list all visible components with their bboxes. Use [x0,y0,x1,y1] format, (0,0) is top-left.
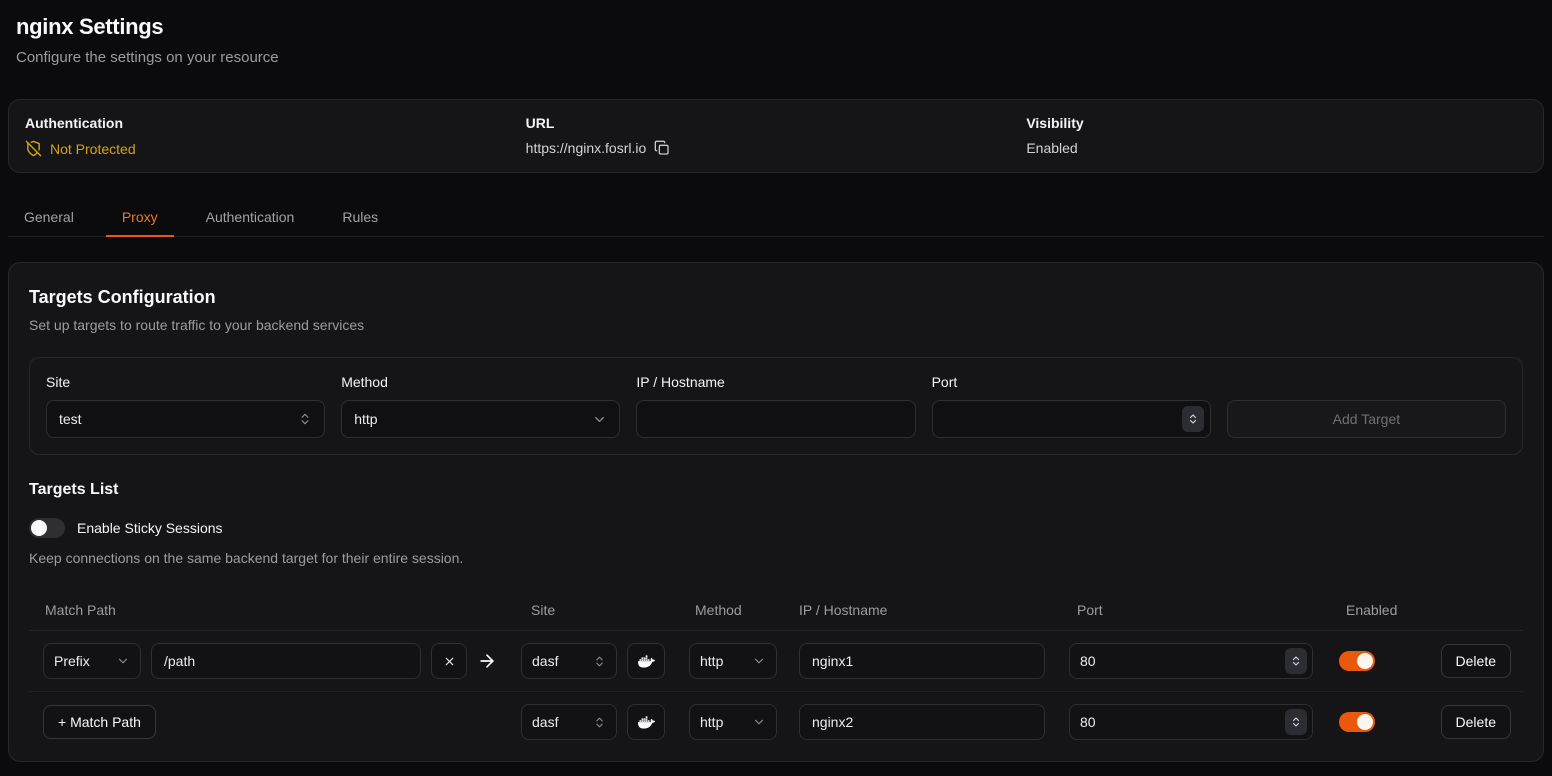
delete-target-button[interactable]: Delete [1441,705,1511,739]
row-method-value: http [700,653,723,669]
chevron-down-icon [752,715,766,729]
method-select[interactable]: http [341,400,620,438]
header-enabled: Enabled [1339,602,1439,618]
row-ip-input[interactable] [799,704,1045,740]
chevrons-up-down-icon [298,412,312,426]
delete-target-button[interactable]: Delete [1441,644,1511,678]
tab-rules[interactable]: Rules [326,200,394,236]
row-method-select[interactable]: http [689,704,777,740]
number-stepper-icon[interactable] [1285,709,1307,735]
targets-configuration-subtitle: Set up targets to route traffic to your … [29,317,1523,333]
chevron-down-icon [116,654,130,668]
match-path-input[interactable] [151,643,421,679]
header-ip-hostname: IP / Hostname [799,602,1069,618]
site-combobox-value: test [59,411,82,427]
ip-hostname-field: IP / Hostname [636,374,915,438]
container-picker-button[interactable] [627,704,665,740]
tab-proxy[interactable]: Proxy [106,200,174,236]
add-match-path-button[interactable]: + Match Path [43,705,156,739]
targets-list-title: Targets List [29,481,1523,499]
row-port-value: 80 [1080,714,1096,730]
sticky-sessions-row: Enable Sticky Sessions [29,518,1523,538]
remove-match-path-button[interactable] [431,643,467,679]
chevron-down-icon [752,654,766,668]
page-header: nginx Settings Configure the settings on… [16,8,1536,66]
tab-authentication[interactable]: Authentication [190,200,311,236]
row-port-input[interactable]: 80 [1069,704,1313,740]
visibility-status: Enabled [1026,140,1077,156]
overview-visibility: Visibility Enabled [1026,115,1527,157]
row-port-input[interactable]: 80 [1069,643,1313,679]
port-field-label: Port [932,374,1211,390]
docker-icon [638,714,655,731]
targets-configuration-card: Targets Configuration Set up targets to … [8,262,1544,762]
method-field-label: Method [341,374,620,390]
chevron-down-icon [592,412,607,427]
header-method: Method [689,602,799,618]
target-row: Prefix [29,631,1523,692]
add-target-field: Add Target [1227,400,1506,438]
add-target-form: Site test Method http IP / Hos [29,357,1523,455]
sticky-sessions-label: Enable Sticky Sessions [77,520,223,536]
site-combobox[interactable]: test [46,400,325,438]
header-match-path: Match Path [29,602,515,618]
page-title: nginx Settings [16,14,1536,40]
page-root: nginx Settings Configure the settings on… [0,0,1552,770]
container-picker-button[interactable] [627,643,665,679]
header-site: Site [515,602,689,618]
docker-icon [638,653,655,670]
row-method-select[interactable]: http [689,643,777,679]
resource-url: https://nginx.fosrl.io [526,140,647,156]
sticky-sessions-description: Keep connections on the same backend tar… [29,550,1523,566]
port-field: Port [932,374,1211,438]
row-site-combobox[interactable]: dasf [521,643,617,679]
chevrons-up-down-icon [593,655,606,668]
row-method-value: http [700,714,723,730]
tab-general[interactable]: General [8,200,90,236]
settings-tabs: General Proxy Authentication Rules [8,200,1544,237]
match-type-value: Prefix [54,653,90,669]
targets-configuration-title: Targets Configuration [29,287,1523,308]
chevrons-up-down-icon [593,716,606,729]
arrow-right-icon [477,651,497,671]
page-subtitle: Configure the settings on your resource [16,49,1536,66]
overview-authentication: Authentication Not Protected [25,115,526,157]
number-stepper-icon[interactable] [1182,406,1204,432]
site-field-label: Site [46,374,325,390]
targets-table: Match Path Site Method IP / Hostname Por… [29,592,1523,752]
ip-hostname-input[interactable] [636,400,915,438]
row-enabled-toggle[interactable] [1339,651,1375,671]
number-stepper-icon[interactable] [1285,648,1307,674]
row-site-value: dasf [532,653,558,669]
overview-url: URL https://nginx.fosrl.io [526,115,1027,157]
match-type-select[interactable]: Prefix [43,643,141,679]
method-select-value: http [354,411,377,427]
target-row: + Match Path dasf [29,692,1523,752]
method-field: Method http [341,374,620,438]
add-target-button[interactable]: Add Target [1227,400,1506,438]
url-label: URL [526,115,1027,131]
visibility-label: Visibility [1026,115,1527,131]
resource-overview-card: Authentication Not Protected URL https:/… [8,99,1544,173]
site-field: Site test [46,374,325,438]
header-port: Port [1069,602,1339,618]
sticky-sessions-toggle[interactable] [29,518,65,538]
row-enabled-toggle[interactable] [1339,712,1375,732]
row-site-combobox[interactable]: dasf [521,704,617,740]
authentication-status: Not Protected [50,141,136,157]
row-port-value: 80 [1080,653,1096,669]
ip-hostname-field-label: IP / Hostname [636,374,915,390]
shield-off-icon [25,140,42,157]
port-number-input[interactable] [932,400,1211,438]
x-icon [443,655,456,668]
targets-table-header: Match Path Site Method IP / Hostname Por… [29,592,1523,631]
copy-icon[interactable] [654,140,670,156]
authentication-label: Authentication [25,115,526,131]
row-site-value: dasf [532,714,558,730]
row-ip-input[interactable] [799,643,1045,679]
